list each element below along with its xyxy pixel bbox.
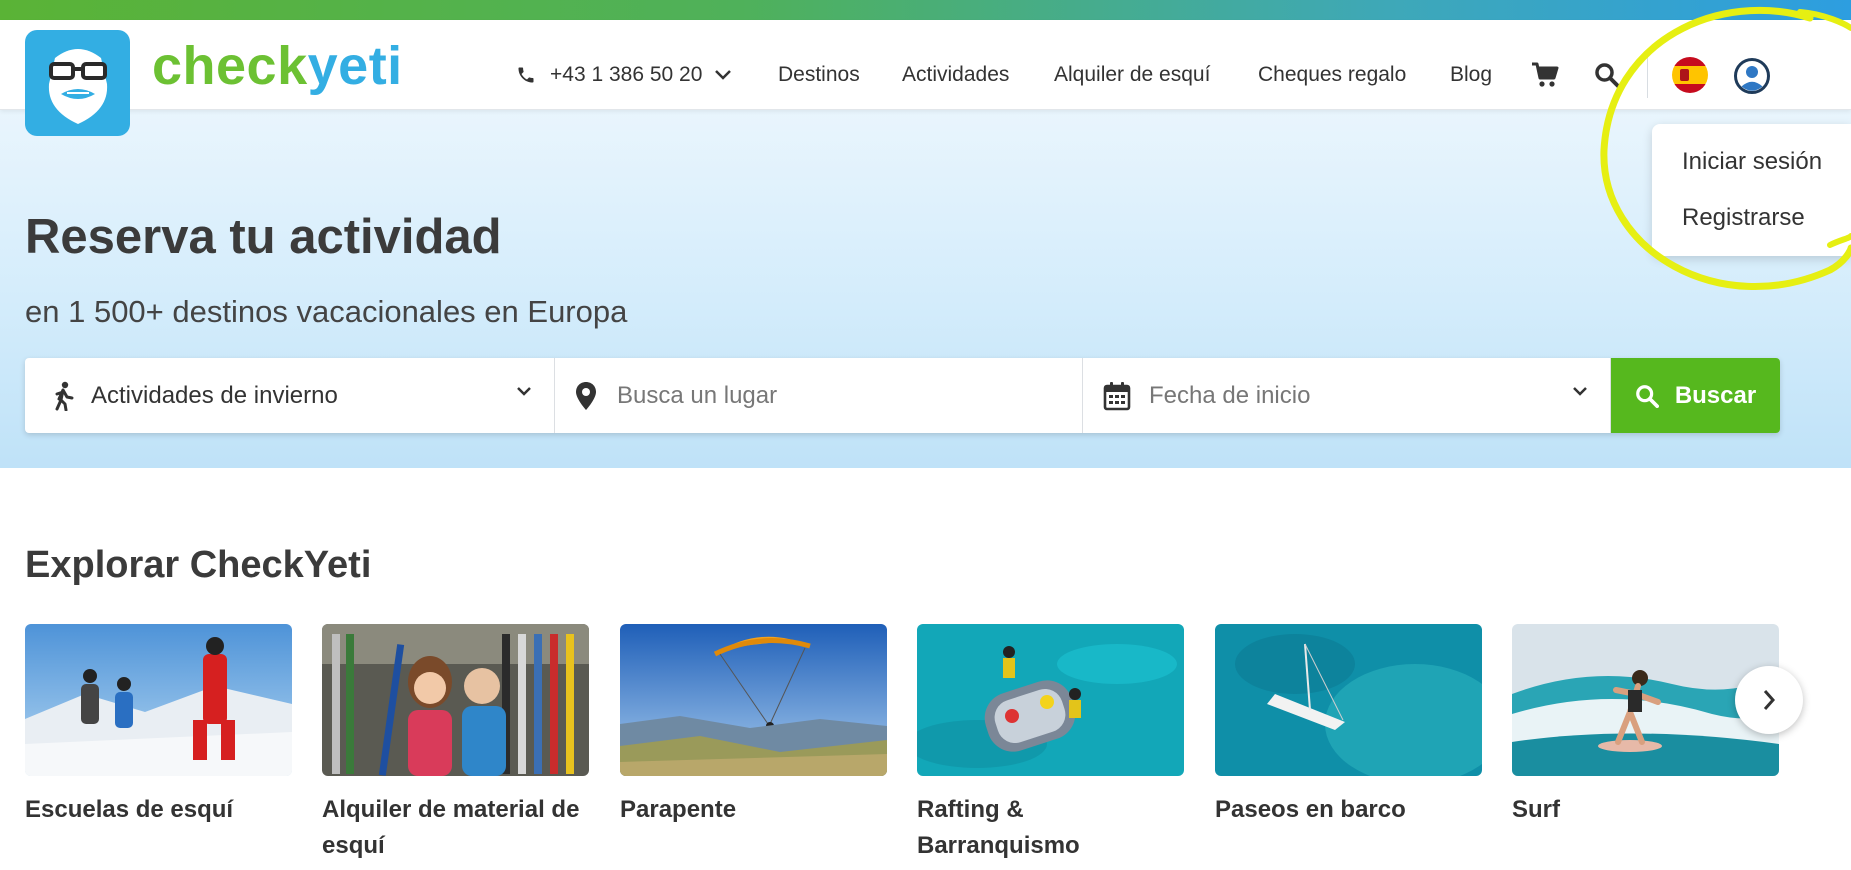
map-pin-icon [576,381,596,410]
search-icon[interactable] [1590,58,1624,92]
category-card-paragliding[interactable]: Parapente [620,624,887,828]
category-card-rafting[interactable]: Rafting & Barranquismo [917,624,1184,864]
category-card-ski-schools[interactable]: Escuelas de esquí [25,624,292,828]
search-button-label: Buscar [1674,381,1757,409]
brand-part-yeti: yeti [307,36,403,96]
ski-school-image [25,624,292,776]
category-label: Parapente [620,796,737,823]
category-card-ski-rental[interactable]: Alquiler de material de esquí [322,624,589,864]
nav-alquiler-de-esqui[interactable]: Alquiler de esquí [1054,55,1210,95]
carousel-next-button[interactable] [1735,666,1803,734]
walking-person-icon [55,381,74,411]
brand-part-check: check [152,36,308,96]
category-label: Rafting & Barranquismo [917,796,1080,859]
phone-icon [518,67,534,83]
start-date-placeholder: Fecha de inicio [1149,381,1311,409]
phone-dropdown[interactable]: +43 1 386 50 20 [516,55,746,95]
spain-flag-icon[interactable] [1672,57,1708,93]
search-bar: Actividades de invierno Busca un lugar F… [25,358,1780,433]
chevron-down-icon [715,70,732,80]
account-dropdown-menu: Iniciar sesión Registrarse [1652,124,1851,256]
explore-title: Explorar CheckYeti [25,544,372,586]
place-placeholder: Busca un lugar [617,381,778,409]
brand-wordmark[interactable]: checkyeti [152,34,403,98]
phone-number: +43 1 386 50 20 [550,63,703,86]
register-menu-item[interactable]: Registrarse [1682,201,1805,235]
nav-destinos[interactable]: Destinos [778,55,860,95]
calendar-icon [1103,381,1131,410]
search-button[interactable]: Buscar [1611,358,1780,433]
nav-cheques-regalo[interactable]: Cheques regalo [1258,55,1406,95]
nav-blog[interactable]: Blog [1450,55,1492,95]
chevron-right-icon [1763,690,1776,710]
category-card-surf[interactable]: Surf [1512,624,1779,828]
boat-tour-image [1215,624,1482,776]
hero-subtitle: en 1 500+ destinos vacacionales en Europ… [25,294,628,329]
category-label: Paseos en barco [1215,796,1406,823]
category-label: Alquiler de material de esquí [322,796,580,859]
top-gradient-bar [0,0,1851,20]
category-label: Escuelas de esquí [25,796,234,823]
chevron-down-icon [1573,387,1587,396]
hero-title: Reserva tu actividad [25,210,502,264]
cart-icon[interactable] [1528,58,1562,92]
chevron-down-icon [517,387,531,396]
place-search-input[interactable]: Busca un lugar [555,358,1083,433]
paragliding-image [620,624,887,776]
header-divider [1647,52,1648,98]
category-label: Surf [1512,796,1560,823]
rafting-image [917,624,1184,776]
search-icon [1635,384,1659,408]
login-menu-item[interactable]: Iniciar sesión [1682,145,1822,179]
yeti-logo-icon[interactable] [25,30,130,136]
ski-rental-image [322,624,589,776]
activity-type-select[interactable]: Actividades de invierno [25,358,555,433]
start-date-select[interactable]: Fecha de inicio [1083,358,1611,433]
user-account-icon[interactable] [1733,57,1771,95]
nav-actividades[interactable]: Actividades [902,55,1009,95]
activity-type-value: Actividades de invierno [91,381,338,409]
category-card-boat-tours[interactable]: Paseos en barco [1215,624,1482,828]
